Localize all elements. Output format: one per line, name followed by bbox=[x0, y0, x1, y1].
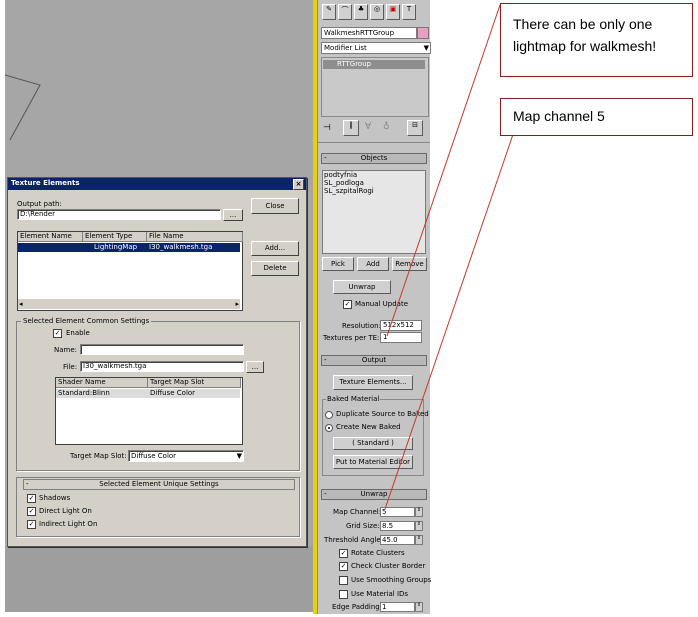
callout-lines bbox=[384, 4, 522, 510]
callout-box-lightmap: There can be only one lightmap for walkm… bbox=[500, 3, 693, 77]
callout-box-map-channel: Map channel 5 bbox=[500, 98, 693, 136]
callout-text-map-channel: Map channel 5 bbox=[513, 108, 605, 124]
callout-text-lightmap: There can be only one lightmap for walkm… bbox=[513, 16, 657, 54]
callout-line-lightmap bbox=[386, 4, 501, 337]
callout-line-map-channel bbox=[384, 110, 522, 510]
